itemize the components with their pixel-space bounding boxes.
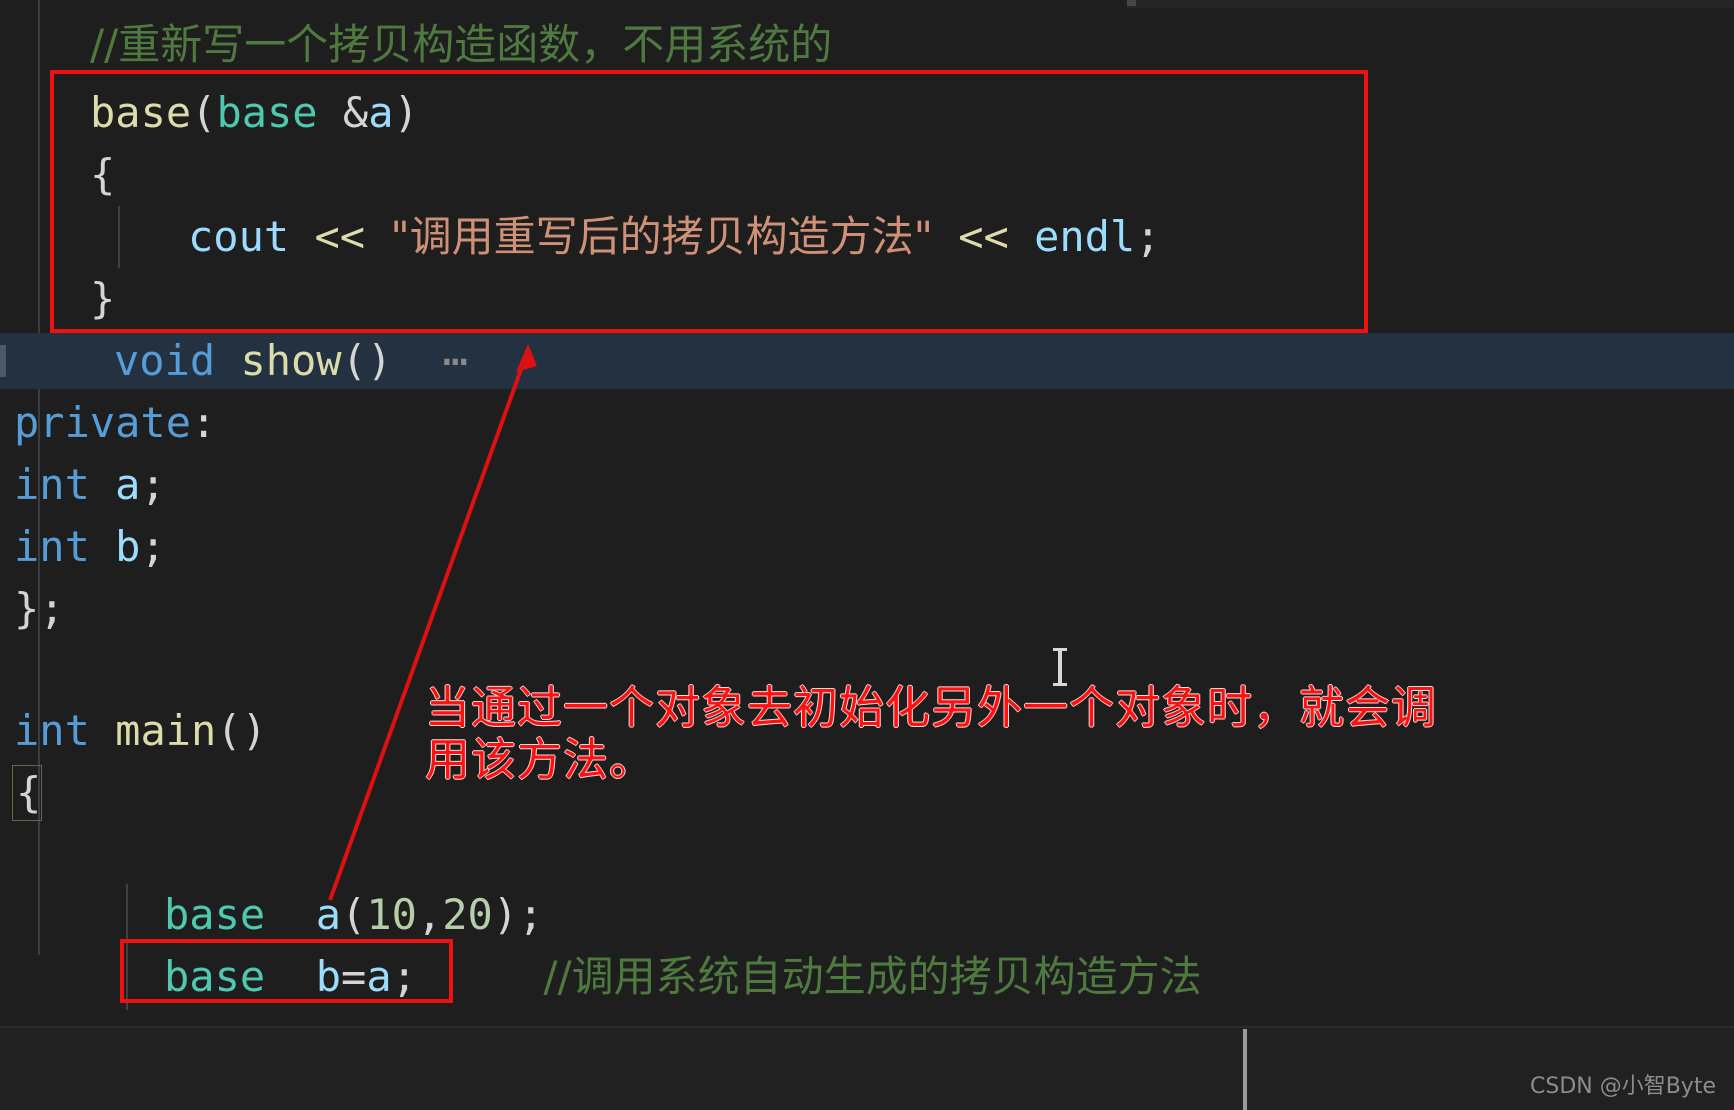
watermark: CSDN @小智Byte <box>1530 1074 1716 1099</box>
code-token: ; <box>140 522 166 571</box>
code-line-member-int-b[interactable]: int b; <box>14 516 166 578</box>
code-token: int <box>14 522 90 571</box>
code-token: cout <box>188 212 290 261</box>
code-line-class-close[interactable]: }; <box>14 578 65 640</box>
code-token: ); <box>492 890 544 939</box>
code-token: & <box>317 88 369 137</box>
code-token: } <box>90 274 116 323</box>
code-line-decl-base-b-copy[interactable]: base b=a; //调用系统自动生成的拷贝构造方法 <box>164 946 1202 1008</box>
code-token: ) <box>393 88 419 137</box>
scrollbar-tick[interactable] <box>1127 0 1136 6</box>
code-token: () <box>216 706 267 755</box>
text-cursor-icon <box>1053 648 1067 686</box>
code-token: base <box>164 952 266 1001</box>
code-token: = <box>341 952 367 1001</box>
line-divider <box>0 1026 1734 1028</box>
code-token: base <box>164 890 266 939</box>
active-line-marker <box>0 345 6 377</box>
code-token: b <box>115 522 141 571</box>
code-token: ( <box>341 890 367 939</box>
code-editor[interactable]: //重新写一个拷贝构造函数，不用系统的 base(base &a){cout <<… <box>0 0 1734 1110</box>
code-token: b <box>315 952 342 1001</box>
code-token: int <box>14 460 90 509</box>
code-token: a <box>366 952 392 1001</box>
indent-guide <box>118 206 120 268</box>
code-token: show <box>240 336 342 385</box>
code-token: void <box>114 336 216 385</box>
red-annotation-note: 当通过一个对象去初始化另外一个对象时，就会调 用该方法。 <box>425 681 1438 786</box>
code-line-private-label[interactable]: private: <box>14 392 216 454</box>
code-token: "调用重写后的拷贝构造方法" <box>390 212 933 261</box>
code-token: private <box>14 398 192 447</box>
code-token: base <box>216 88 318 137</box>
code-token: }; <box>14 584 65 633</box>
code-token: ; <box>1135 212 1161 261</box>
code-token: endl <box>1034 212 1136 261</box>
code-token: 10 <box>366 890 417 939</box>
minimap-divider <box>1243 1029 1247 1110</box>
code-token: << <box>932 212 1035 261</box>
code-token: //重新写一个拷贝构造函数，不用系统的 <box>90 20 833 69</box>
code-line-cout-statement[interactable]: cout << "调用重写后的拷贝构造方法" << endl; <box>188 206 1161 268</box>
code-token: a <box>315 890 342 939</box>
code-token: a <box>368 88 394 137</box>
code-token: main <box>115 706 217 755</box>
code-token: int <box>14 706 90 755</box>
code-token: () <box>341 336 393 385</box>
code-line-copy-ctor-signature[interactable]: base(base &a) <box>90 82 419 144</box>
horizontal-scroll-shadow <box>1127 0 1734 8</box>
code-line-copy-ctor-close-brace[interactable]: } <box>90 268 115 330</box>
bottom-line-band <box>0 1029 1734 1110</box>
code-token: base <box>90 88 192 137</box>
code-token: ; <box>391 952 417 1001</box>
code-line-void-show-folded[interactable]: void show() ⋯ <box>114 330 468 392</box>
code-token: ; <box>140 460 166 509</box>
code-line-copy-ctor-open-brace[interactable]: { <box>90 144 115 206</box>
code-line-comment-rewrite-copy-ctor[interactable]: //重新写一个拷贝构造函数，不用系统的 <box>90 14 832 76</box>
code-token: a <box>115 460 141 509</box>
code-token: , <box>416 890 443 939</box>
code-token: { <box>90 150 116 199</box>
code-line-main-signature[interactable]: int main() <box>14 700 267 762</box>
code-token: 20 <box>442 890 493 939</box>
code-token: << <box>289 212 391 261</box>
code-token: //调用系统自动生成的拷贝构造方法 <box>543 952 1202 1001</box>
code-line-decl-base-a[interactable]: base a(10,20); <box>164 884 543 946</box>
editor-gutter <box>0 0 6 1110</box>
indent-guide <box>126 884 128 1010</box>
bracket-match-box <box>12 765 42 821</box>
code-line-member-int-a[interactable]: int a; <box>14 454 166 516</box>
code-token: ( <box>191 88 217 137</box>
code-token: ⋯ <box>392 336 469 385</box>
code-token: : <box>191 398 217 447</box>
